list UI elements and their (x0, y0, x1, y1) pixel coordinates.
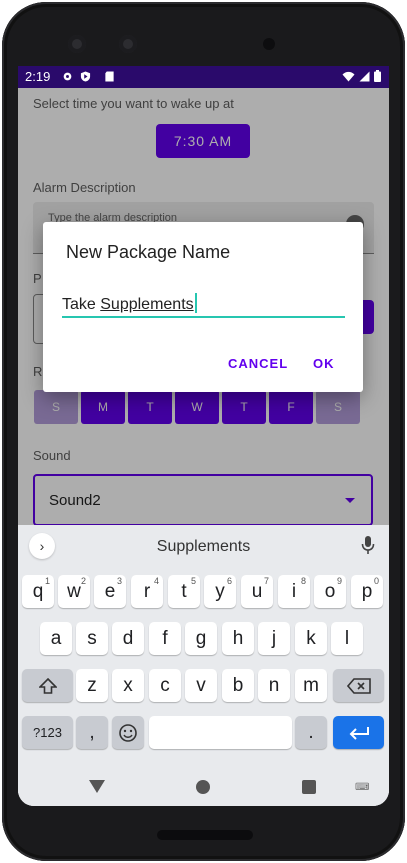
key-s[interactable]: s (76, 622, 108, 655)
back-icon[interactable] (89, 780, 105, 793)
key-u[interactable]: u7 (241, 575, 273, 608)
bottom-speaker (157, 830, 253, 840)
key-w[interactable]: w2 (58, 575, 90, 608)
cancel-button[interactable]: CANCEL (228, 356, 288, 371)
emoji-key[interactable] (112, 716, 144, 749)
key-q-label: q (32, 580, 44, 602)
key-p-label: p (361, 580, 373, 602)
key-i-label: i (291, 580, 297, 602)
front-sensor (119, 35, 137, 53)
key-t-label: t (181, 580, 187, 602)
key-g[interactable]: g (185, 622, 217, 655)
key-m[interactable]: m (295, 669, 327, 702)
package-name-input[interactable]: Take Supplements (62, 286, 345, 318)
input-composing-word: Supplements (100, 296, 194, 313)
battery-icon (374, 70, 381, 82)
key-d[interactable]: d (112, 622, 144, 655)
signal-icon (359, 71, 370, 81)
soft-keyboard: › Supplements q1 w2 e3 r4 t5 y6 u7 i8 o9… (18, 525, 389, 806)
key-q-hint: 1 (44, 576, 50, 586)
key-k[interactable]: k (295, 622, 327, 655)
key-t[interactable]: t5 (168, 575, 200, 608)
symbols-key[interactable]: ?123 (22, 716, 73, 749)
suggestion-word[interactable]: Supplements (18, 538, 389, 556)
shift-icon (38, 677, 57, 694)
key-c[interactable]: c (149, 669, 181, 702)
key-y-label: y (215, 580, 225, 602)
key-f[interactable]: f (149, 622, 181, 655)
key-j[interactable]: j (258, 622, 290, 655)
suggestion-strip: › Supplements (18, 525, 389, 567)
backspace-key[interactable] (333, 669, 384, 702)
screen: Select time you want to wake up at 7:30 … (18, 66, 389, 806)
shift-key[interactable] (22, 669, 73, 702)
key-a[interactable]: a (40, 622, 72, 655)
status-time: 2:19 (25, 69, 51, 84)
key-b[interactable]: b (222, 669, 254, 702)
backspace-icon (346, 677, 371, 694)
key-n[interactable]: n (258, 669, 290, 702)
key-l[interactable]: l (331, 622, 363, 655)
key-o-hint: 9 (336, 576, 342, 586)
key-y-hint: 6 (226, 576, 232, 586)
emoji-icon (119, 723, 137, 742)
dialog-title: New Package Name (66, 242, 231, 262)
key-h[interactable]: h (222, 622, 254, 655)
settings-icon (63, 72, 72, 81)
key-p[interactable]: p0 (351, 575, 383, 608)
navigation-bar: ⌨ (18, 769, 389, 806)
enter-icon (349, 726, 369, 740)
key-t-hint: 5 (190, 576, 196, 586)
comma-key[interactable]: , (76, 716, 108, 749)
key-e-label: e (104, 580, 116, 602)
proximity-sensor (263, 38, 275, 50)
key-w-label: w (67, 580, 81, 602)
key-u-label: u (251, 580, 263, 602)
new-package-dialog: New Package Name Take Supplements CANCEL… (43, 222, 363, 392)
key-x[interactable]: x (112, 669, 144, 702)
recents-icon[interactable] (302, 780, 316, 794)
key-r[interactable]: r4 (131, 575, 163, 608)
key-z[interactable]: z (76, 669, 108, 702)
key-q[interactable]: q1 (22, 575, 54, 608)
input-prefix: Take (62, 296, 101, 313)
sd-card-icon (105, 71, 114, 82)
key-w-hint: 2 (80, 576, 86, 586)
key-p-hint: 0 (373, 576, 379, 586)
key-o-label: o (324, 580, 336, 602)
enter-key[interactable] (333, 716, 384, 749)
key-e-hint: 3 (116, 576, 122, 586)
key-i[interactable]: i8 (278, 575, 310, 608)
wifi-icon (342, 71, 355, 81)
key-e[interactable]: e3 (94, 575, 126, 608)
space-key[interactable] (149, 716, 292, 749)
key-o[interactable]: o9 (314, 575, 346, 608)
key-y[interactable]: y6 (204, 575, 236, 608)
keyboard-switch-icon[interactable]: ⌨ (355, 782, 369, 793)
text-cursor (194, 293, 197, 313)
key-v[interactable]: v (185, 669, 217, 702)
shield-play-icon (80, 71, 91, 82)
period-key[interactable]: . (295, 716, 327, 749)
ok-button[interactable]: OK (313, 356, 335, 371)
key-u-hint: 7 (263, 576, 269, 586)
front-camera (68, 35, 86, 53)
key-i-hint: 8 (300, 576, 306, 586)
status-bar: 2:19 (18, 66, 389, 88)
home-icon[interactable] (196, 780, 210, 794)
microphone-icon[interactable] (361, 535, 375, 555)
key-r-label: r (143, 580, 151, 602)
status-icons-right (342, 70, 381, 82)
key-r-hint: 4 (153, 576, 159, 586)
